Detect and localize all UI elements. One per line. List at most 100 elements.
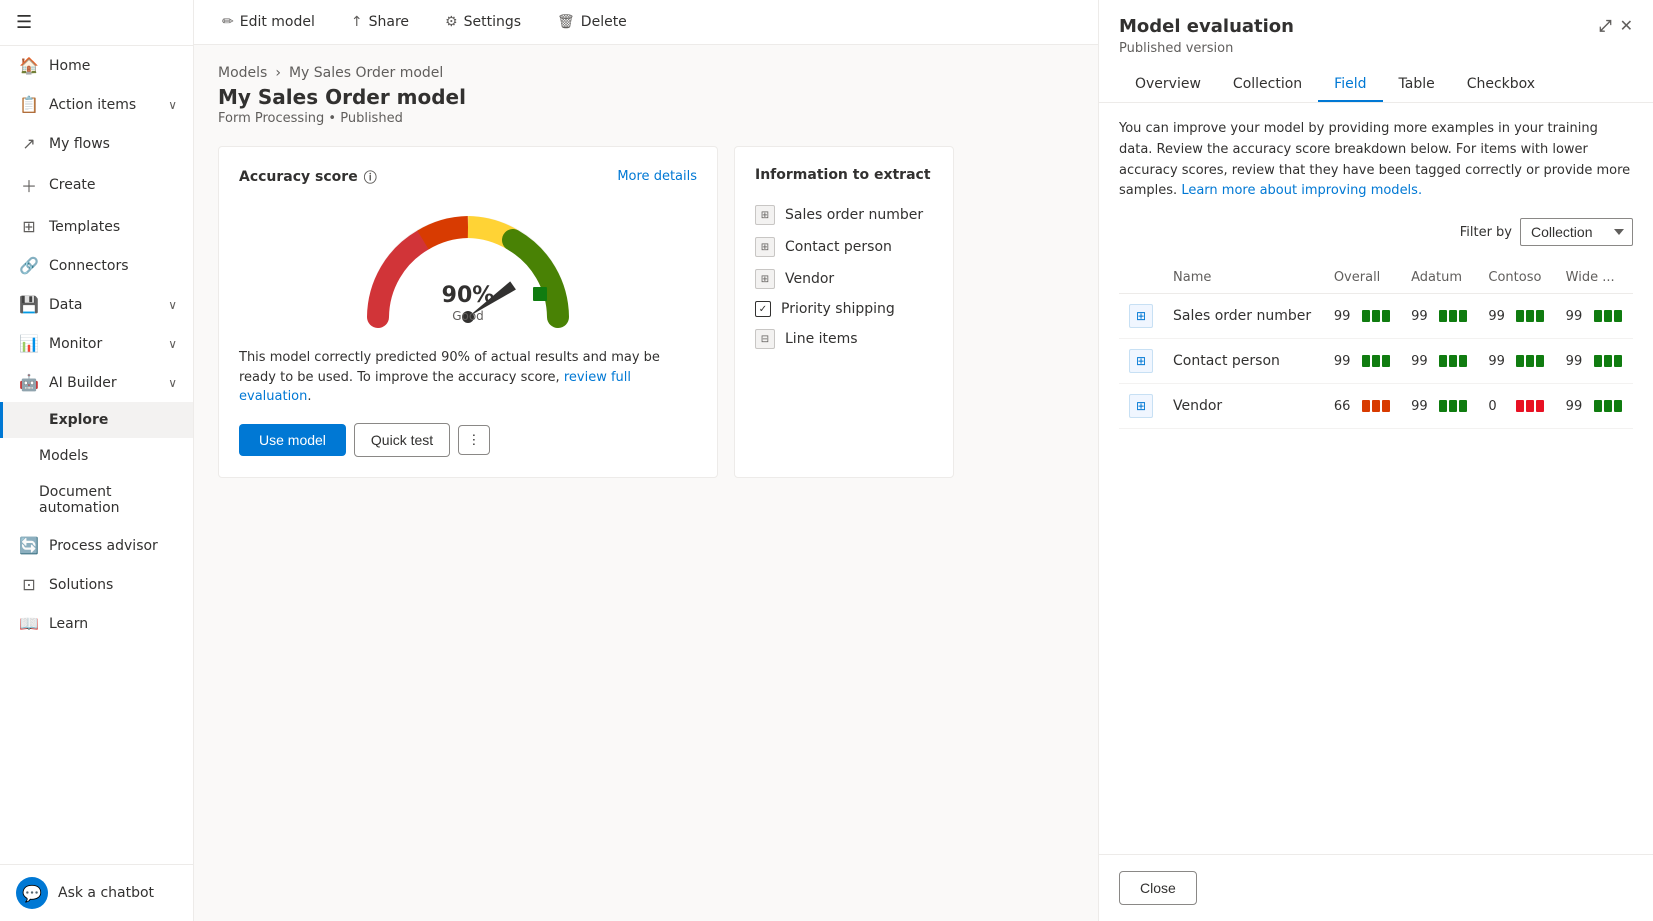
grid-icon: ⊞ <box>755 205 775 225</box>
sidebar-item-ai-builder[interactable]: 🤖 AI Builder ∨ <box>0 363 193 402</box>
panel-title-text: Model evaluation <box>1119 16 1294 37</box>
chatbot-label: Ask a chatbot <box>58 885 154 901</box>
row-adatum: 99 <box>1401 339 1478 384</box>
filter-label: Filter by <box>1460 225 1512 240</box>
settings-button[interactable]: ⚙ Settings <box>437 10 529 34</box>
row-adatum: 99 <box>1401 384 1478 429</box>
create-icon: ＋ <box>19 173 39 197</box>
sidebar-item-connectors[interactable]: 🔗 Connectors <box>0 246 193 285</box>
sidebar-item-document-automation[interactable]: Document automation <box>0 474 193 526</box>
gauge-container: 90% Good <box>239 202 697 332</box>
info-item-label: Vendor <box>785 271 834 287</box>
row-overall: 66 <box>1324 384 1401 429</box>
expand-icon[interactable]: ⤢ <box>1599 16 1612 36</box>
sidebar-item-action-items[interactable]: 📋 Action items ∨ <box>0 85 193 124</box>
sidebar-item-label: Learn <box>49 616 88 632</box>
information-to-extract-card: Information to extract ⊞ Sales order num… <box>734 146 954 478</box>
connectors-icon: 🔗 <box>19 256 39 275</box>
row-name: Sales order number <box>1163 294 1324 339</box>
sidebar-header[interactable]: ☰ <box>0 0 193 46</box>
hamburger-icon[interactable]: ☰ <box>16 12 32 33</box>
sidebar-item-data[interactable]: 💾 Data ∨ <box>0 285 193 324</box>
info-card-title: Information to extract <box>755 167 933 183</box>
table-icon: ⊟ <box>755 329 775 349</box>
sidebar-item-label: My flows <box>49 136 110 152</box>
use-model-button[interactable]: Use model <box>239 424 346 456</box>
tab-collection[interactable]: Collection <box>1217 68 1318 102</box>
sidebar-item-explore[interactable]: Explore <box>0 402 193 438</box>
more-details-link[interactable]: More details <box>617 169 697 184</box>
sidebar-item-home[interactable]: 🏠 Home <box>0 46 193 85</box>
quick-test-button[interactable]: Quick test <box>354 423 450 457</box>
list-item: ⊞ Contact person <box>755 231 933 263</box>
row-name: Contact person <box>1163 339 1324 384</box>
cards-row: Accuracy score ⓘ More details <box>218 146 1074 478</box>
panel-subtitle: Published version <box>1119 41 1633 56</box>
table-row: ⊞ Vendor 66 99 0 99 <box>1119 384 1633 429</box>
sidebar-item-templates[interactable]: ⊞ Templates <box>0 207 193 246</box>
sidebar-item-solutions[interactable]: ⊡ Solutions <box>0 565 193 604</box>
list-item: ⊞ Sales order number <box>755 199 933 231</box>
close-panel-icon[interactable]: ✕ <box>1620 16 1633 36</box>
learn-more-link[interactable]: Learn more about improving models. <box>1181 183 1422 198</box>
sidebar-item-models[interactable]: Models <box>0 438 193 474</box>
chevron-down-icon: ∨ <box>168 98 177 112</box>
row-contoso: 99 <box>1478 339 1555 384</box>
panel-footer: Close <box>1099 854 1653 921</box>
sidebar-item-label: Document automation <box>39 484 177 516</box>
tab-overview[interactable]: Overview <box>1119 68 1217 102</box>
sidebar-item-label: Action items <box>49 97 136 113</box>
more-options-button[interactable]: ⋮ <box>458 425 489 455</box>
row-wide: 99 <box>1556 294 1633 339</box>
home-icon: 🏠 <box>19 56 39 75</box>
panel-description: You can improve your model by providing … <box>1119 119 1633 202</box>
filter-select[interactable]: Collection All Adatum Contoso Wide World <box>1520 218 1633 246</box>
row-wide: 99 <box>1556 339 1633 384</box>
sidebar-item-monitor[interactable]: 📊 Monitor ∨ <box>0 324 193 363</box>
info-icon: ⓘ <box>364 167 377 186</box>
evaluation-table: Name Overall Adatum Contoso Wide ... ⊞ S… <box>1119 262 1633 429</box>
templates-icon: ⊞ <box>19 217 39 236</box>
sidebar: ☰ 🏠 Home 📋 Action items ∨ ↗ My flows ＋ C… <box>0 0 194 921</box>
share-button[interactable]: ↑ Share <box>343 10 417 34</box>
sidebar-item-my-flows[interactable]: ↗ My flows <box>0 124 193 163</box>
svg-text:90%: 90% <box>442 283 495 308</box>
sidebar-item-label: Connectors <box>49 258 129 274</box>
settings-icon: ⚙ <box>445 14 458 30</box>
gauge-chart: 90% Good <box>358 202 578 332</box>
action-buttons-row: Use model Quick test ⋮ <box>239 423 697 457</box>
content-area: Models › My Sales Order model My Sales O… <box>194 45 1098 921</box>
chevron-down-icon: ∨ <box>168 337 177 351</box>
delete-button[interactable]: 🗑 Delete <box>549 10 635 34</box>
accuracy-title: Accuracy score ⓘ <box>239 167 377 186</box>
tab-checkbox[interactable]: Checkbox <box>1451 68 1551 102</box>
field-icon: ⊞ <box>1129 394 1153 418</box>
info-item-label: Sales order number <box>785 207 923 223</box>
th-wide: Wide ... <box>1556 262 1633 294</box>
breadcrumb-current: My Sales Order model <box>289 65 443 81</box>
panel-header: Model evaluation ⤢ ✕ Published version O… <box>1099 0 1653 103</box>
flows-icon: ↗ <box>19 134 39 153</box>
breadcrumb-parent[interactable]: Models <box>218 65 267 81</box>
tab-field[interactable]: Field <box>1318 68 1382 102</box>
chevron-down-icon: ∨ <box>168 298 177 312</box>
tab-table[interactable]: Table <box>1383 68 1451 102</box>
close-button[interactable]: Close <box>1119 871 1197 905</box>
row-contoso: 99 <box>1478 294 1555 339</box>
chatbot-button[interactable]: 💬 Ask a chatbot <box>0 864 193 921</box>
edit-model-button[interactable]: ✏ Edit model <box>214 10 323 34</box>
sidebar-item-learn[interactable]: 📖 Learn <box>0 604 193 643</box>
edit-icon: ✏ <box>222 14 234 30</box>
accuracy-title-text: Accuracy score <box>239 169 358 185</box>
monitor-icon: 📊 <box>19 334 39 353</box>
list-item: ⊟ Line items <box>755 323 933 355</box>
delete-label: Delete <box>581 14 627 30</box>
panel-body: You can improve your model by providing … <box>1099 103 1653 854</box>
sidebar-item-process-advisor[interactable]: 🔄 Process advisor <box>0 526 193 565</box>
breadcrumb-separator: › <box>275 65 281 81</box>
sidebar-item-create[interactable]: ＋ Create <box>0 163 193 207</box>
panel-title-row: Model evaluation ⤢ ✕ <box>1119 16 1633 37</box>
list-item: ⊞ Vendor <box>755 263 933 295</box>
card-header: Accuracy score ⓘ More details <box>239 167 697 186</box>
accuracy-description: This model correctly predicted 90% of ac… <box>239 348 697 407</box>
